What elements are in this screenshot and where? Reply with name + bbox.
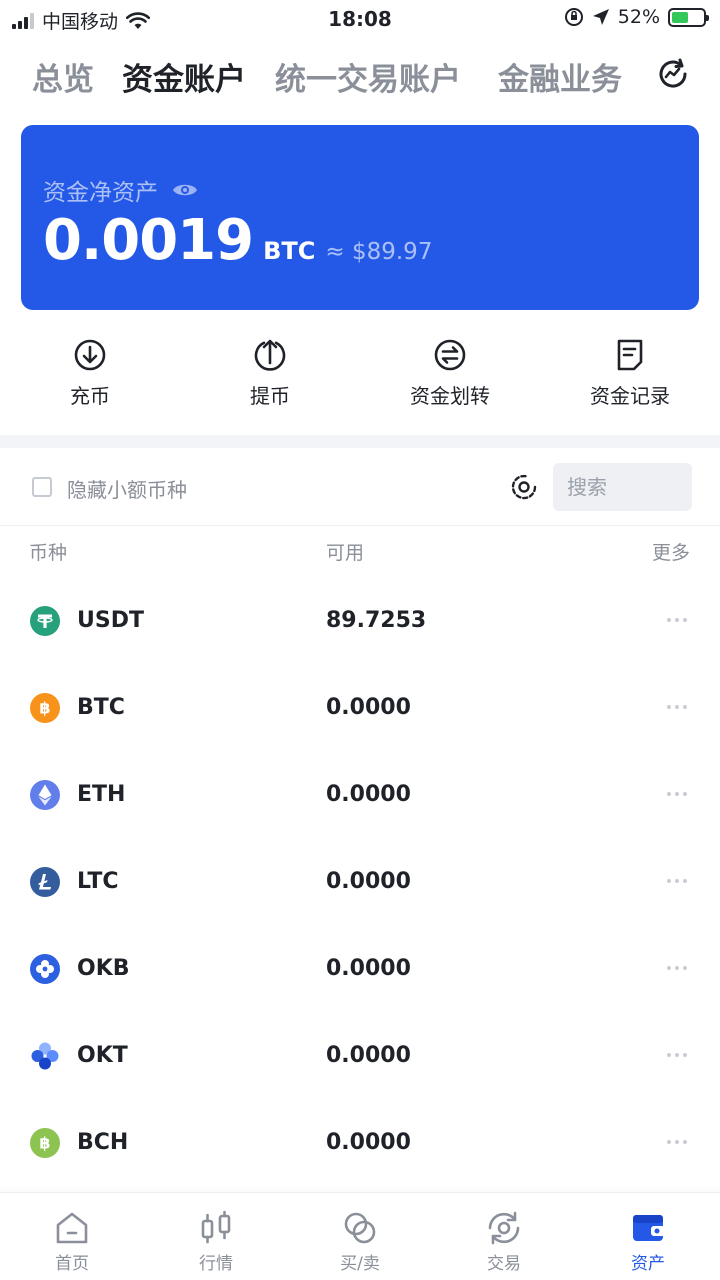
coin-available: 0.0000 (326, 1043, 411, 1068)
hide-small-label[interactable]: 隐藏小额币种 (67, 474, 187, 503)
net-asset-usd: ≈ $89.97 (325, 239, 433, 265)
coin-name: BCH (77, 1130, 129, 1155)
nav-buy-sell-label: 买/卖 (340, 1254, 380, 1274)
transfer-button[interactable]: 资金划转 (360, 330, 540, 409)
okt-icon (30, 1041, 60, 1071)
tab-unified-trading-account[interactable]: 统一交易账户 (275, 54, 461, 99)
table-row[interactable]: USDT 89.7253 (0, 578, 720, 665)
net-asset-value: 0.0019 (43, 208, 254, 273)
more-icon[interactable] (667, 792, 687, 796)
tab-overview[interactable]: 总览 (32, 54, 94, 99)
deposit-button[interactable]: 充币 (0, 330, 180, 409)
net-asset-label: 资金净资产 (43, 180, 158, 206)
trade-icon (488, 1211, 520, 1245)
header-coin: 币种 (29, 542, 68, 564)
header-more: 更多 (651, 542, 690, 564)
deposit-label: 充币 (70, 384, 110, 408)
more-icon[interactable] (667, 879, 687, 883)
nav-trade[interactable]: 交易 (432, 1193, 576, 1280)
table-row[interactable]: OKB 0.0000 (0, 926, 720, 1013)
coin-name: USDT (77, 608, 144, 633)
transfer-label: 资金划转 (410, 384, 490, 408)
buy-sell-icon (344, 1212, 376, 1244)
nav-home[interactable]: 首页 (0, 1193, 144, 1280)
status-right: 52% (564, 6, 709, 28)
coin-name: ETH (77, 782, 126, 807)
account-tabs: 总览 资金账户 统一交易账户 金融业务 (0, 46, 720, 102)
svg-text:฿: ฿ (39, 1134, 50, 1153)
net-asset-card: 资金净资产 0.0019 BTC ≈ $89.97 (21, 125, 699, 310)
battery-percent: 52% (617, 6, 660, 28)
record-icon (617, 339, 643, 371)
more-icon[interactable] (667, 705, 687, 709)
net-asset-unit: BTC (263, 237, 316, 265)
okb-icon (30, 954, 60, 984)
ltc-icon (30, 867, 60, 897)
status-bar: 中国移动 18:08 52% (0, 0, 720, 36)
market-icon (201, 1210, 231, 1244)
more-icon[interactable] (667, 966, 687, 970)
header-available: 可用 (326, 542, 365, 564)
svg-text:฿: ฿ (39, 699, 50, 718)
table-row[interactable]: ETH 0.0000 (0, 752, 720, 839)
table-row[interactable]: OKT 0.0000 (0, 1013, 720, 1100)
nav-market[interactable]: 行情 (144, 1193, 288, 1280)
refresh-scan-icon[interactable] (509, 472, 539, 502)
filter-row: 隐藏小额币种 (0, 448, 720, 526)
coin-available: 0.0000 (326, 956, 411, 981)
withdraw-label: 提币 (250, 384, 290, 408)
eth-icon (30, 780, 60, 810)
more-icon[interactable] (667, 618, 687, 622)
bch-icon: ฿ (30, 1128, 60, 1158)
nav-buy-sell[interactable]: 买/卖 (288, 1193, 432, 1280)
coin-available: 0.0000 (326, 695, 411, 720)
home-icon (56, 1212, 88, 1244)
quick-actions: 充币 提币 资金划转 资金记录 (0, 330, 720, 425)
records-label: 资金记录 (590, 384, 670, 408)
transfer-icon (434, 339, 466, 371)
withdraw-button[interactable]: 提币 (180, 330, 360, 409)
asset-list: USDT 89.7253 ฿ BTC 0.0000 ETH 0.0000 LTC… (0, 578, 720, 1187)
section-divider (0, 435, 720, 448)
bottom-nav: 首页 行情 买/卖 交易 资产 (0, 1192, 720, 1280)
coin-name: OKT (77, 1043, 128, 1068)
table-row[interactable]: ฿ BTC 0.0000 (0, 665, 720, 752)
coin-available: 89.7253 (326, 608, 427, 633)
hide-small-checkbox[interactable] (32, 477, 52, 497)
coin-name: LTC (77, 869, 119, 894)
more-icon[interactable] (667, 1140, 687, 1144)
usdt-icon (30, 606, 60, 636)
net-asset-value-row: 0.0019 BTC ≈ $89.97 (43, 208, 432, 273)
coin-available: 0.0000 (326, 1130, 411, 1155)
wallet-icon (633, 1215, 665, 1241)
pnl-analysis-icon[interactable] (656, 57, 690, 91)
nav-assets-label: 资产 (631, 1254, 665, 1274)
location-icon (592, 9, 609, 25)
eye-icon[interactable] (172, 182, 198, 198)
asset-table-header: 币种 可用 更多 (0, 538, 720, 568)
coin-available: 0.0000 (326, 782, 411, 807)
nav-assets[interactable]: 资产 (576, 1193, 720, 1280)
nav-market-label: 行情 (199, 1254, 233, 1274)
deposit-icon (74, 339, 106, 371)
net-asset-label-row: 资金净资产 (43, 173, 198, 207)
table-row[interactable]: LTC 0.0000 (0, 839, 720, 926)
tab-financial-services[interactable]: 金融业务 (498, 54, 622, 99)
orientation-lock-icon (564, 8, 583, 26)
btc-icon: ฿ (30, 693, 60, 723)
table-row[interactable]: ฿ BCH 0.0000 (0, 1100, 720, 1187)
tab-funding-account[interactable]: 资金账户 (122, 54, 246, 99)
search-input[interactable] (553, 463, 692, 511)
nav-home-label: 首页 (55, 1254, 89, 1274)
coin-name: BTC (77, 695, 125, 720)
nav-trade-label: 交易 (487, 1254, 521, 1274)
withdraw-icon (254, 339, 286, 371)
more-icon[interactable] (667, 1053, 687, 1057)
coin-name: OKB (77, 956, 130, 981)
coin-available: 0.0000 (326, 869, 411, 894)
records-button[interactable]: 资金记录 (540, 330, 720, 409)
battery-icon (668, 7, 709, 27)
